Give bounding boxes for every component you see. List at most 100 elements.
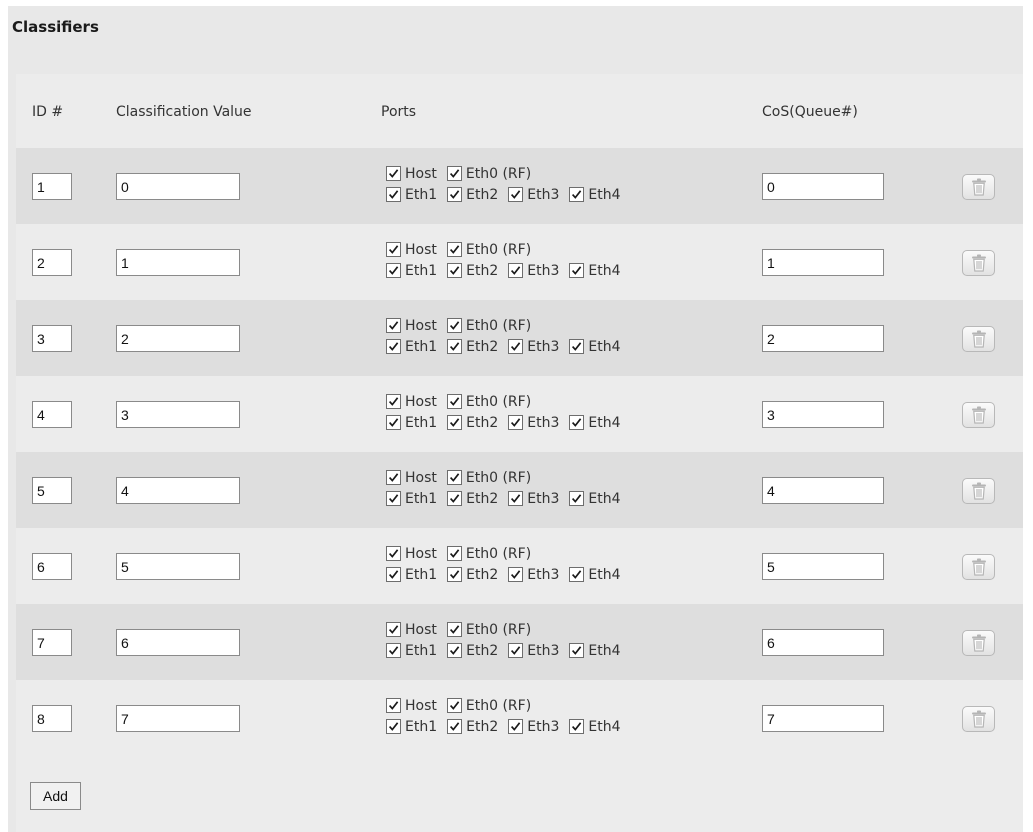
classification-value-input[interactable] bbox=[116, 173, 240, 200]
cos-input[interactable] bbox=[762, 477, 884, 504]
port-checkbox[interactable] bbox=[386, 339, 401, 354]
id-input[interactable] bbox=[32, 629, 72, 656]
cos-input[interactable] bbox=[762, 173, 884, 200]
delete-button[interactable] bbox=[962, 706, 995, 732]
port-checkbox[interactable] bbox=[508, 263, 524, 278]
classification-value-input[interactable] bbox=[116, 477, 240, 504]
port-checkbox[interactable] bbox=[386, 394, 401, 409]
port-checkbox[interactable] bbox=[447, 339, 463, 354]
port-label: Eth0 (RF) bbox=[465, 697, 532, 714]
port-label: Eth3 bbox=[527, 338, 560, 355]
port-checkbox[interactable] bbox=[508, 491, 524, 506]
port-checkbox[interactable] bbox=[386, 622, 401, 637]
port-label: Eth0 (RF) bbox=[465, 317, 532, 334]
id-input[interactable] bbox=[32, 553, 72, 580]
port-checkbox[interactable] bbox=[446, 698, 462, 713]
id-input[interactable] bbox=[32, 705, 72, 732]
classification-value-input[interactable] bbox=[116, 249, 240, 276]
cos-input[interactable] bbox=[762, 325, 884, 352]
port-checkbox[interactable] bbox=[386, 698, 401, 713]
port-checkbox[interactable] bbox=[447, 263, 463, 278]
ports-line-2: Eth1 Eth2 Eth3 Eth4 bbox=[384, 260, 629, 281]
port-checkbox[interactable] bbox=[508, 339, 524, 354]
id-input[interactable] bbox=[32, 325, 72, 352]
port-checkbox[interactable] bbox=[386, 546, 401, 561]
classification-value-input[interactable] bbox=[116, 401, 240, 428]
port-checkbox[interactable] bbox=[386, 415, 401, 430]
classification-value-input[interactable] bbox=[116, 705, 240, 732]
port-checkbox[interactable] bbox=[386, 263, 401, 278]
port-checkbox[interactable] bbox=[447, 643, 463, 658]
port-checkbox[interactable] bbox=[446, 166, 462, 181]
port-checkbox[interactable] bbox=[569, 567, 585, 582]
delete-button[interactable] bbox=[962, 174, 995, 200]
add-button[interactable]: Add bbox=[30, 782, 81, 810]
id-input[interactable] bbox=[32, 477, 72, 504]
port-checkbox[interactable] bbox=[569, 643, 585, 658]
port-checkbox[interactable] bbox=[569, 491, 585, 506]
delete-button[interactable] bbox=[962, 554, 995, 580]
classification-value-input[interactable] bbox=[116, 629, 240, 656]
port-label: Eth4 bbox=[588, 718, 621, 735]
cos-input[interactable] bbox=[762, 553, 884, 580]
port-option: Eth2 bbox=[445, 719, 506, 735]
delete-button[interactable] bbox=[962, 478, 995, 504]
port-checkbox[interactable] bbox=[386, 491, 401, 506]
port-checkbox[interactable] bbox=[446, 394, 462, 409]
port-checkbox[interactable] bbox=[386, 242, 401, 257]
port-option: Eth4 bbox=[567, 719, 628, 735]
port-checkbox[interactable] bbox=[386, 567, 401, 582]
cos-input[interactable] bbox=[762, 629, 884, 656]
id-input[interactable] bbox=[32, 249, 72, 276]
port-checkbox[interactable] bbox=[508, 643, 524, 658]
port-checkbox[interactable] bbox=[386, 719, 401, 734]
port-checkbox[interactable] bbox=[447, 187, 463, 202]
port-checkbox[interactable] bbox=[386, 187, 401, 202]
port-checkbox[interactable] bbox=[508, 187, 524, 202]
cos-input[interactable] bbox=[762, 401, 884, 428]
port-option: Eth4 bbox=[567, 491, 628, 507]
port-checkbox[interactable] bbox=[386, 166, 401, 181]
port-label: Eth0 (RF) bbox=[465, 241, 532, 258]
delete-button[interactable] bbox=[962, 402, 995, 428]
delete-button[interactable] bbox=[962, 250, 995, 276]
port-checkbox[interactable] bbox=[508, 567, 524, 582]
classification-value-input[interactable] bbox=[116, 553, 240, 580]
port-checkbox[interactable] bbox=[447, 719, 463, 734]
port-checkbox[interactable] bbox=[447, 491, 463, 506]
port-checkbox[interactable] bbox=[508, 415, 524, 430]
port-label: Eth1 bbox=[405, 490, 438, 507]
port-checkbox[interactable] bbox=[508, 719, 524, 734]
port-label: Eth3 bbox=[527, 566, 560, 583]
port-option: Host bbox=[384, 318, 445, 334]
port-option: Eth3 bbox=[506, 415, 567, 431]
delete-button[interactable] bbox=[962, 630, 995, 656]
cos-input[interactable] bbox=[762, 249, 884, 276]
id-input[interactable] bbox=[32, 173, 72, 200]
port-option: Eth2 bbox=[445, 263, 506, 279]
ports-group: Host Eth0 (RF) Eth1 Eth2 Eth3 Eth4 bbox=[384, 543, 629, 585]
port-checkbox[interactable] bbox=[569, 187, 585, 202]
port-checkbox[interactable] bbox=[386, 470, 401, 485]
port-checkbox[interactable] bbox=[447, 415, 463, 430]
port-checkbox[interactable] bbox=[446, 546, 462, 561]
port-checkbox[interactable] bbox=[569, 263, 585, 278]
port-checkbox[interactable] bbox=[447, 567, 463, 582]
port-checkbox[interactable] bbox=[446, 242, 462, 257]
port-checkbox[interactable] bbox=[386, 643, 401, 658]
port-checkbox[interactable] bbox=[569, 339, 585, 354]
port-checkbox[interactable] bbox=[446, 622, 462, 637]
port-option: Eth3 bbox=[506, 339, 567, 355]
port-checkbox[interactable] bbox=[569, 719, 585, 734]
cos-input[interactable] bbox=[762, 705, 884, 732]
port-checkbox[interactable] bbox=[386, 318, 401, 333]
port-label: Host bbox=[405, 393, 437, 410]
port-checkbox[interactable] bbox=[446, 318, 462, 333]
ports-line-2: Eth1 Eth2 Eth3 Eth4 bbox=[384, 336, 629, 357]
id-input[interactable] bbox=[32, 401, 72, 428]
delete-button[interactable] bbox=[962, 326, 995, 352]
port-option: Eth0 (RF) bbox=[445, 394, 539, 410]
port-checkbox[interactable] bbox=[569, 415, 585, 430]
port-checkbox[interactable] bbox=[446, 470, 462, 485]
classification-value-input[interactable] bbox=[116, 325, 240, 352]
